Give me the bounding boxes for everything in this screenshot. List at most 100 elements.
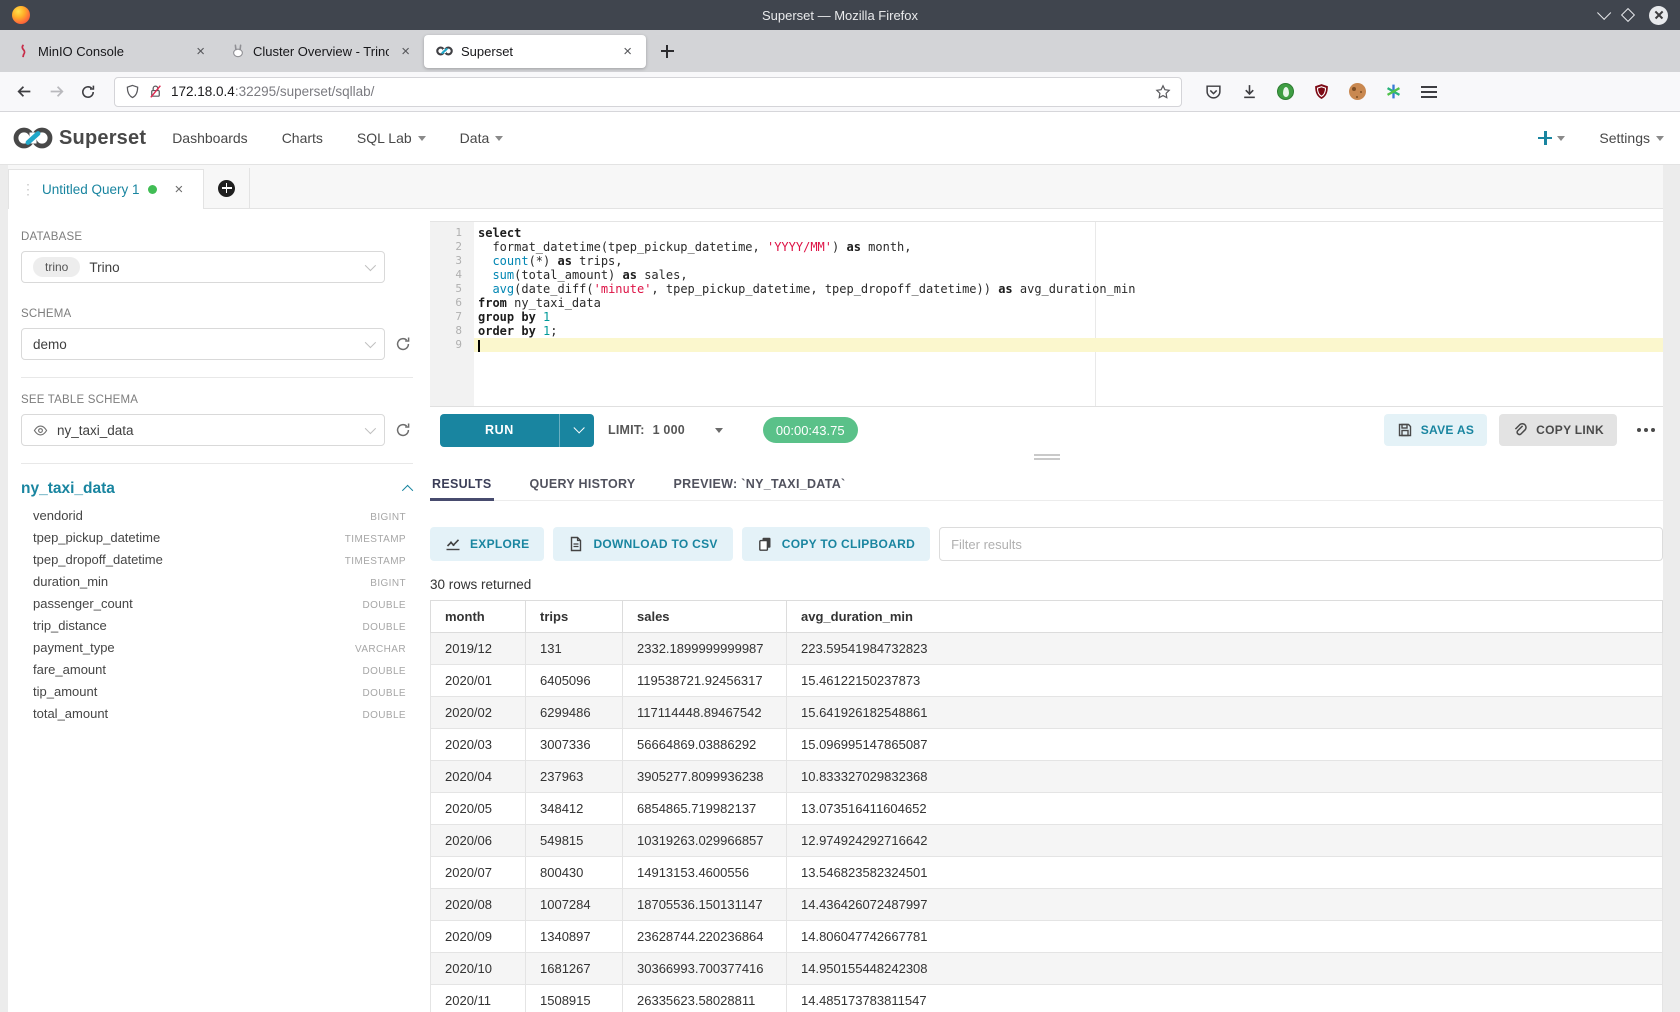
reload-button[interactable] [74,78,102,106]
table-value: ny_taxi_data [57,423,356,438]
back-button[interactable] [10,78,38,106]
tab-close-icon[interactable]: × [619,43,636,60]
refresh-tables-icon[interactable] [395,422,411,438]
explore-button[interactable]: EXPLORE [430,527,544,561]
add-query-tab-button[interactable] [204,168,250,208]
new-item-button[interactable] [1538,131,1565,145]
refresh-schema-icon[interactable] [395,336,411,352]
database-select[interactable]: trino Trino [21,251,385,283]
code-token [536,310,543,324]
browser-toolbar: 172.18.0.4:32295/superset/sqllab/ [0,72,1680,112]
results-tabs: RESULTS QUERY HISTORY PREVIEW: `NY_TAXI_… [430,467,1663,501]
schema-column-row: fare_amountDOUBLE [21,662,406,684]
result-cell: 2020/10 [431,953,526,985]
table-title[interactable]: ny_taxi_data [21,480,115,498]
schema-column-row: tpep_dropoff_datetimeTIMESTAMP [21,552,406,574]
result-cell: 2020/08 [431,889,526,921]
result-row: 2020/08100728418705536.15013114714.43642… [431,889,1663,921]
browser-tab-minio[interactable]: MinIO Console × [4,35,219,68]
sqllab-content: ⋮ Untitled Query 1 × DATABASE trino Trin… [0,165,1680,1012]
extension-cookie-button[interactable] [1344,79,1370,105]
result-cell: 6299486 [526,697,623,729]
result-row: 2020/053484126854865.71998213713.0735164… [431,793,1663,825]
code-token: (date_diff( [514,282,593,296]
new-tab-button[interactable] [654,38,680,64]
nav-item-sql-lab[interactable]: SQL Lab [357,130,426,146]
results-column-header[interactable]: month [431,601,526,633]
copy-icon [757,536,773,552]
table-select[interactable]: ny_taxi_data [21,414,385,446]
pocket-button[interactable] [1200,79,1226,105]
results-actions: EXPLORE DOWNLOAD TO CSV COPY TO CLIPBOAR… [430,527,1663,561]
window-close-icon[interactable] [1649,6,1668,25]
result-cell: 13.073516411604652 [787,793,1663,825]
tab-close-icon[interactable]: × [192,43,209,60]
forward-button[interactable] [42,78,70,106]
extension-ublock-button[interactable] [1308,79,1334,105]
results-column-header[interactable]: avg_duration_min [787,601,1663,633]
code-line: from ny_taxi_data [474,296,1663,310]
gutter-line-number: 5 [430,282,474,296]
bookmark-star-icon[interactable] [1155,84,1171,100]
divider [21,463,413,464]
tab-results[interactable]: RESULTS [430,467,494,500]
query-tab-close-icon[interactable]: × [175,181,184,198]
browser-tab-trino[interactable]: Cluster Overview - Trino × [219,35,424,68]
text-cursor [478,340,480,352]
schema-column-row: passenger_countDOUBLE [21,596,406,618]
run-options-button[interactable] [560,414,594,447]
download-csv-button[interactable]: DOWNLOAD TO CSV [553,527,732,561]
result-row: 2020/016405096119538721.9245631715.46122… [431,665,1663,697]
tab-query-history[interactable]: QUERY HISTORY [528,467,638,500]
downloads-button[interactable] [1236,79,1262,105]
settings-menu[interactable]: Settings [1599,130,1664,146]
chevron-down-icon [418,136,426,141]
result-cell: 2020/11 [431,985,526,1012]
result-cell: 2020/09 [431,921,526,953]
schema-select[interactable]: demo [21,328,385,360]
url-bar[interactable]: 172.18.0.4:32295/superset/sqllab/ [114,77,1182,107]
run-button[interactable]: RUN [440,414,560,447]
browser-tab-superset[interactable]: Superset × [424,35,646,68]
code-line: select [474,226,1663,240]
copy-link-button[interactable]: COPY LINK [1499,414,1617,446]
superset-brand[interactable]: Superset [13,125,146,151]
pane-splitter[interactable] [430,447,1663,467]
menu-button[interactable] [1416,79,1442,105]
run-toolbar: RUN LIMIT: 1 000 00:00:43.75 SAVE AS [430,413,1663,447]
result-row: 2020/10168126730366993.70037741614.95015… [431,953,1663,985]
drag-handle-icon[interactable]: ⋮ [21,181,34,198]
collapse-table-icon[interactable] [402,485,413,496]
gutter-line-number: 6 [430,296,474,310]
chevron-down-icon [573,422,584,433]
limit-control[interactable]: LIMIT: 1 000 [608,423,723,437]
results-column-header[interactable]: sales [623,601,787,633]
result-cell: 2020/06 [431,825,526,857]
code-token: sum [492,268,514,282]
gutter-line-number: 9 [430,338,474,352]
extension-asterisk-button[interactable] [1380,79,1406,105]
code-token: month, [861,240,912,254]
extension-privacy-button[interactable] [1272,79,1298,105]
rows-returned-text: 30 rows returned [430,577,1663,592]
window-maximize-icon[interactable] [1621,8,1635,22]
tab-preview-table[interactable]: PREVIEW: `NY_TAXI_DATA` [672,467,848,500]
more-options-button[interactable] [1629,428,1663,432]
database-value: Trino [89,260,356,275]
nav-item-dashboards[interactable]: Dashboards [172,130,248,146]
nav-item-charts[interactable]: Charts [282,130,323,146]
sql-editor[interactable]: 123456789 select format_datetime(tpep_pi… [430,221,1663,407]
screen: Superset — Mozilla Firefox MinIO Console… [0,0,1680,1012]
code-token: ) [832,240,846,254]
window-minimize-icon[interactable] [1597,6,1611,20]
copy-clipboard-button[interactable]: COPY TO CLIPBOARD [742,527,930,561]
filter-results-input[interactable] [939,527,1663,561]
chevron-down-icon [495,136,503,141]
results-column-header[interactable]: trips [526,601,623,633]
nav-item-data[interactable]: Data [460,130,504,146]
nav-items: Dashboards Charts SQL Lab Data [172,130,503,146]
tab-close-icon[interactable]: × [397,43,414,60]
results-table-wrap: monthtripssalesavg_duration_min 2019/121… [430,600,1663,1012]
query-tab-untitled[interactable]: ⋮ Untitled Query 1 × [8,169,204,209]
save-as-button[interactable]: SAVE AS [1384,414,1487,446]
